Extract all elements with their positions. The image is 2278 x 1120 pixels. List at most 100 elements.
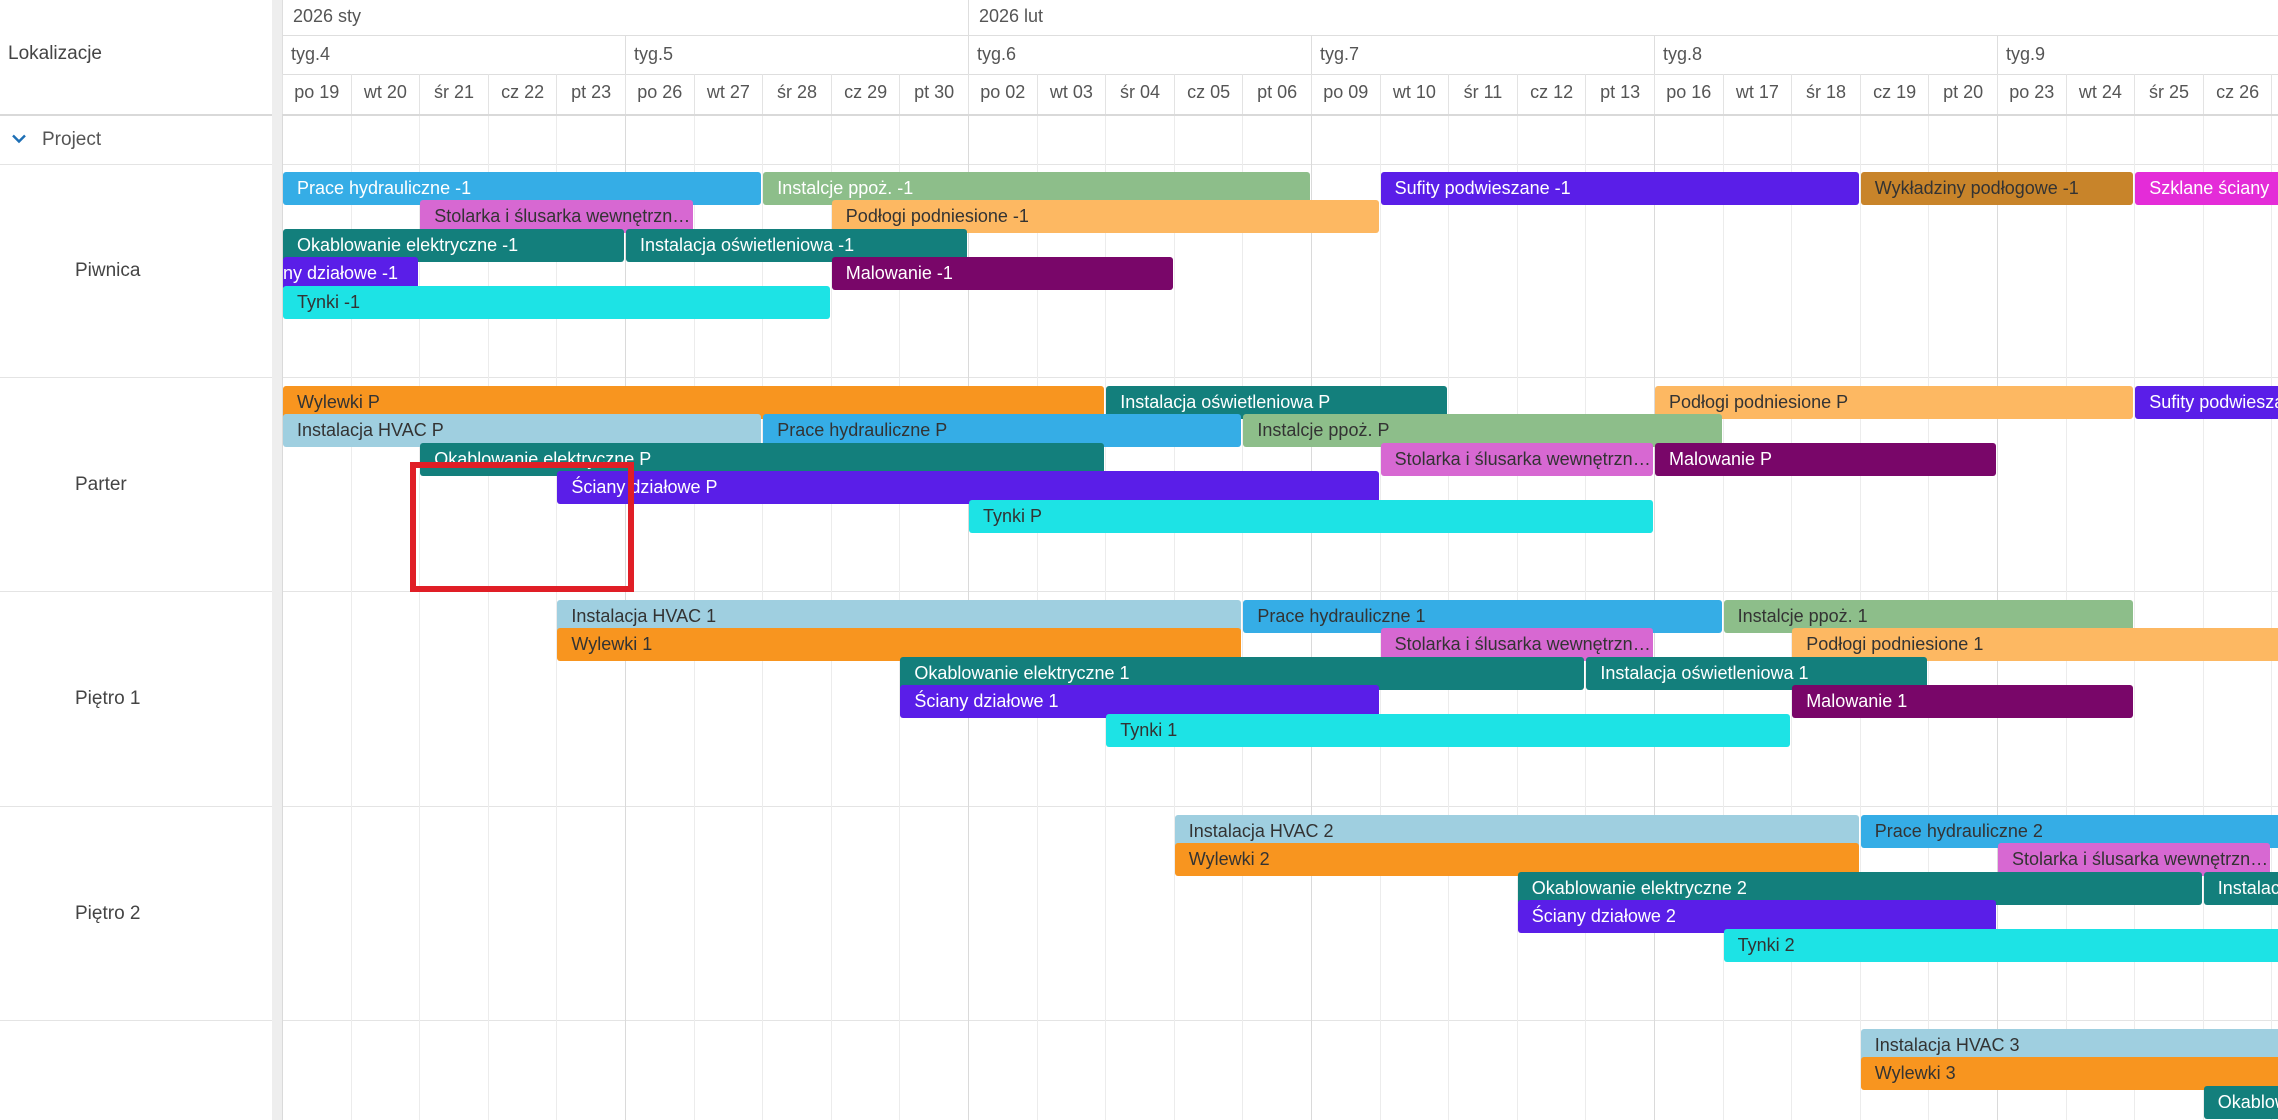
month-header-cell: 2026 sty: [282, 0, 968, 35]
day-header-cell: śr 04: [1105, 74, 1174, 114]
day-label: wt 10: [1392, 82, 1436, 102]
day-label: pt 30: [914, 82, 955, 102]
day-header-cell: po 23: [1997, 74, 2066, 114]
task-bar[interactable]: Tynki -1: [283, 285, 830, 319]
task-bar[interactable]: Sufity podwieszane -1: [1380, 172, 1859, 205]
day-header-cell: po 26: [625, 74, 694, 114]
day-gridline: [2134, 116, 2136, 1120]
task-bar[interactable]: Instalacja oświetleniowa 2: [2203, 871, 2278, 905]
project-group-row[interactable]: Project: [0, 116, 272, 165]
day-label: śr 04: [1119, 82, 1160, 102]
day-label: śr 25: [2148, 82, 2189, 102]
locations-header: Lokalizacje: [0, 0, 272, 116]
day-label: cz 12: [1530, 82, 1574, 102]
day-label: cz 05: [1187, 82, 1231, 102]
day-gridline: [2271, 116, 2273, 1120]
day-header-cell: wt 03: [1036, 74, 1106, 114]
task-bar[interactable]: Malowanie -1: [831, 257, 1173, 291]
day-header-cell: cz 12: [1516, 74, 1586, 114]
row-divider: [282, 377, 2278, 378]
day-label: cz 26: [2216, 82, 2260, 102]
day-header-cell: pt 30: [899, 74, 968, 114]
day-label: śr 28: [776, 82, 817, 102]
week-label: tyg.9: [2006, 44, 2046, 64]
day-header-cell: pt 20: [1928, 74, 1997, 114]
day-gridline: [2202, 116, 2204, 1120]
day-header-cell: śr 11: [1448, 74, 1517, 114]
day-label: wt 20: [363, 82, 407, 102]
day-label: wt 17: [1735, 82, 1779, 102]
row-divider: [282, 164, 2278, 165]
day-label: po 26: [637, 82, 683, 102]
week-label: tyg.6: [977, 44, 1017, 64]
project-label: Project: [42, 129, 102, 150]
day-label: pt 20: [1943, 82, 1984, 102]
day-header-cell: śr 21: [419, 74, 488, 114]
task-bar[interactable]: Tynki 1: [1106, 713, 1791, 747]
day-header-cell: wt 17: [1722, 74, 1792, 114]
week-label: tyg.5: [634, 44, 674, 64]
week-header-cell: tyg.6: [968, 36, 1311, 74]
task-bar[interactable]: Malowanie 1: [1792, 685, 2134, 719]
task-bar[interactable]: Malowanie P: [1655, 442, 1996, 476]
week-header-cell: tyg.8: [1654, 36, 1997, 74]
day-header-cell: cz 05: [1173, 74, 1243, 114]
day-label: pt 13: [1600, 82, 1641, 102]
day-header-cell: po 19: [282, 74, 351, 114]
day-label: cz 29: [844, 82, 888, 102]
location-name: Piętro 2: [75, 902, 141, 924]
day-label: pt 06: [1257, 82, 1298, 102]
day-header-cell: po 16: [1654, 74, 1723, 114]
day-header-cell: śr 25: [2134, 74, 2203, 114]
locations-header-label: Lokalizacje: [8, 43, 102, 64]
day-header-cell: po 02: [968, 74, 1037, 114]
day-header-cell: pt 23: [556, 74, 625, 114]
day-header-cell: wt 10: [1379, 74, 1449, 114]
location-row-piwnica[interactable]: Piwnica: [0, 164, 272, 378]
day-header-cell: cz 26: [2202, 74, 2272, 114]
day-header-cell: [2271, 74, 2278, 114]
week-header-cell: tyg.7: [1311, 36, 1654, 74]
chevron-down-icon[interactable]: [12, 134, 26, 146]
day-label: po 02: [980, 82, 1026, 102]
location-name: Parter: [75, 473, 127, 495]
day-label: pt 23: [571, 82, 612, 102]
location-name: Piwnica: [75, 259, 141, 281]
day-label: po 23: [2009, 82, 2055, 102]
day-gridline: [419, 116, 421, 1120]
panel-splitter[interactable]: [272, 0, 282, 1120]
row-divider: [282, 1020, 2278, 1021]
location-row-pietro-2[interactable]: Piętro 2: [0, 807, 272, 1021]
task-bar[interactable]: Sufity podwieszane P: [2135, 386, 2278, 419]
selection-highlight-box: [410, 462, 634, 592]
location-row-pietro-1[interactable]: Piętro 1: [0, 592, 272, 807]
day-header-cell: pt 13: [1585, 74, 1654, 114]
task-bar[interactable]: Wykładziny podłogowe -1: [1860, 172, 2134, 205]
day-label: śr 18: [1805, 82, 1846, 102]
task-bar[interactable]: Tynki P: [969, 499, 1653, 533]
day-header-cell: cz 19: [1859, 74, 1929, 114]
locations-panel: Lokalizacje Project Piwnica Parter Piętr…: [0, 0, 272, 1120]
week-label: tyg.4: [291, 44, 331, 64]
day-header-cell: po 09: [1311, 74, 1380, 114]
location-name: Piętro 1: [75, 688, 141, 709]
day-label: po 09: [1323, 82, 1369, 102]
day-header-cell: wt 27: [693, 74, 763, 114]
task-bar[interactable]: Okablowanie elektryczne 3: [2203, 1085, 2278, 1119]
location-row-parter[interactable]: Parter: [0, 378, 272, 592]
day-header-cell: wt 24: [2065, 74, 2135, 114]
month-label: 2026 sty: [293, 6, 362, 26]
day-label: śr 11: [1463, 82, 1503, 102]
task-bar[interactable]: Podłogi podniesione P: [1655, 386, 2134, 419]
task-bar[interactable]: Tynki 2: [1723, 928, 2278, 962]
day-header-cell: śr 28: [762, 74, 831, 114]
day-gridline: [487, 116, 489, 1120]
day-label: śr 21: [433, 82, 474, 102]
day-header-cell: śr 18: [1791, 74, 1860, 114]
day-header-cell: pt 06: [1242, 74, 1311, 114]
day-header-cell: cz 29: [830, 74, 900, 114]
task-bar[interactable]: Stolarka i ślusarka wewnętrzna P: [1380, 442, 1653, 476]
day-label: cz 22: [501, 82, 545, 102]
task-bar[interactable]: Szklane ściany: [2135, 172, 2278, 205]
month-header-cell: 2026 lut: [968, 0, 2278, 35]
